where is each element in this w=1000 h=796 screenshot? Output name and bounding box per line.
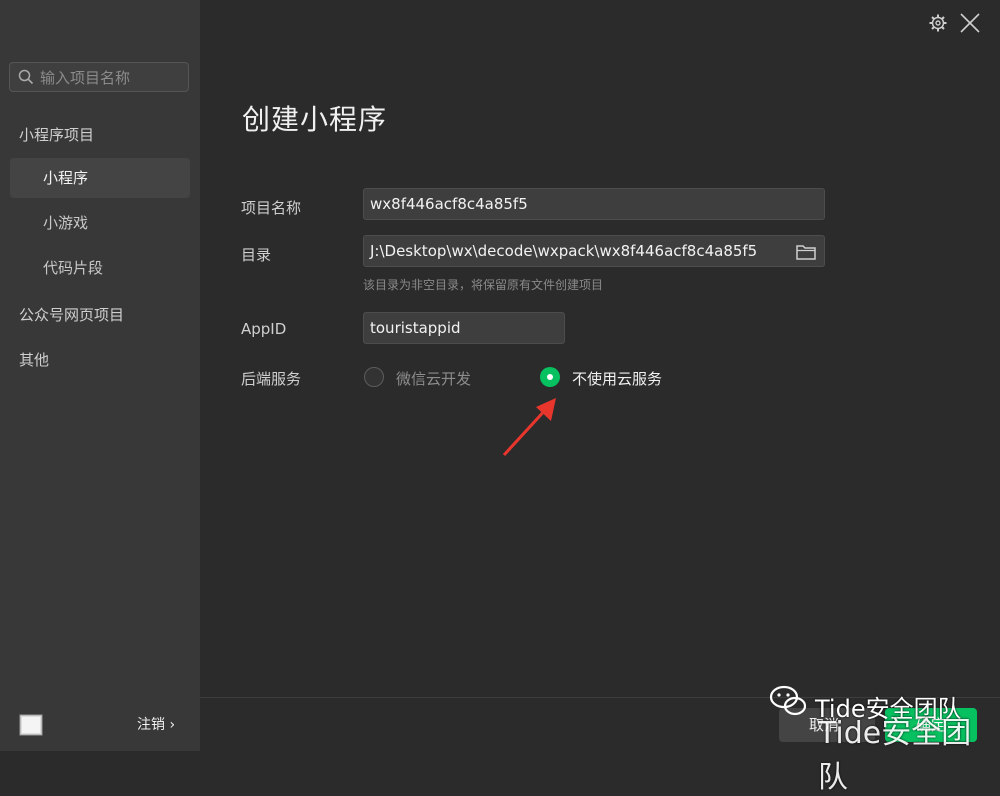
backend-service-label: 后端服务 [241, 370, 302, 388]
appid-label: AppID [241, 320, 287, 338]
sidebar-item-minigame[interactable]: 小游戏 [10, 203, 190, 243]
sidebar-item-miniprogram[interactable]: 小程序 [10, 158, 190, 198]
project-name-field[interactable]: wx8f446acf8c4a85f5 [363, 188, 825, 220]
appid-field[interactable]: touristappid [363, 312, 565, 344]
directory-hint: 该目录为非空目录，将保留原有文件创建项目 [363, 278, 604, 292]
sidebar-item-code-snippet[interactable]: 代码片段 [10, 248, 190, 288]
avatar[interactable] [19, 714, 43, 736]
search-icon [18, 69, 34, 85]
directory-label: 目录 [241, 246, 272, 264]
folder-icon[interactable] [795, 243, 817, 261]
watermark-text-overlay: Tide安全团队 [818, 716, 972, 795]
close-icon[interactable] [959, 12, 981, 34]
radio-wechat-cloud-label[interactable]: 微信云开发 [396, 368, 471, 389]
nav-group-other[interactable]: 其他 [19, 349, 49, 370]
radio-no-cloud-label[interactable]: 不使用云服务 [572, 368, 662, 389]
search-input[interactable] [38, 66, 187, 90]
sidebar: 小程序项目 小程序 小游戏 代码片段 公众号网页项目 其他 注销 › [0, 0, 200, 751]
radio-no-cloud[interactable] [540, 367, 560, 387]
logout-button[interactable]: 注销 › [137, 714, 175, 734]
nav-group-miniprogram[interactable]: 小程序项目 [19, 124, 94, 145]
gear-icon[interactable] [928, 13, 948, 33]
page-title: 创建小程序 [242, 103, 388, 136]
project-name-label: 项目名称 [241, 199, 302, 217]
search-box[interactable] [9, 62, 189, 92]
directory-field[interactable]: J:\Desktop\wx\decode\wxpack\wx8f446acf8c… [363, 235, 825, 267]
radio-wechat-cloud[interactable] [364, 367, 384, 387]
nav-group-official-account[interactable]: 公众号网页项目 [19, 304, 124, 325]
wechat-logo-icon [769, 685, 807, 716]
annotation-arrow [502, 398, 556, 457]
